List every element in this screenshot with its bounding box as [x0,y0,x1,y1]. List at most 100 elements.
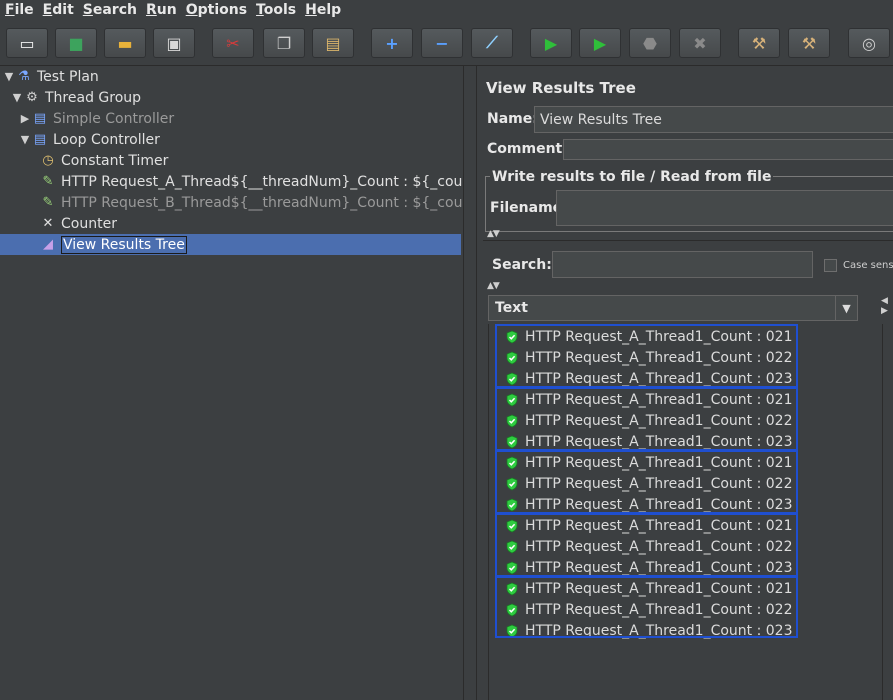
menu-help[interactable]: Help [300,2,345,18]
view-results-tree-panel: View Results Tree Name: Comments: Write … [477,66,893,700]
tree-item[interactable]: ◷ Constant Timer [27,150,168,171]
collapse-arrows-icon[interactable]: ▲▼ [487,281,500,291]
expand-button[interactable]: + [371,28,413,58]
chevron-down-icon[interactable]: ▼ [835,296,857,320]
templates-button[interactable]: ■ [55,28,97,58]
highlight-box [495,450,798,514]
copy-button[interactable]: ❐ [263,28,305,58]
menu-mnemonic: E [42,2,53,18]
start-button[interactable]: ▶ [530,28,572,58]
clear-button[interactable]: ⚒ [738,28,780,58]
paste-icon: ▤ [325,33,341,53]
save-icon: ▣ [166,33,182,53]
menu-mnemonic: H [305,2,317,18]
menu-search[interactable]: Search [78,2,141,18]
cut-button[interactable]: ✂ [212,28,254,58]
expanded-arrow-icon[interactable]: ▼ [19,133,31,146]
shutdown-icon: ✖ [693,33,707,53]
renderer-select-value: Text [495,300,528,316]
templates-icon: ■ [68,33,84,53]
collapsed-arrow-icon[interactable]: ▶ [19,112,31,125]
stop-icon: ⬣ [643,33,657,53]
copy-icon: ❐ [276,33,292,53]
tree-item-label: Constant Timer [61,152,169,169]
open-button[interactable]: ▬ [104,28,146,58]
menu-mnemonic: S [82,2,93,18]
open-icon: ▬ [117,33,133,53]
menu-edit[interactable]: Edit [38,2,78,18]
name-field[interactable] [534,106,893,133]
highlight-box [495,513,798,577]
tree-item[interactable]: ▼ ▤ Loop Controller [19,129,160,150]
comments-field[interactable] [563,139,893,160]
expanded-arrow-icon[interactable]: ▼ [3,70,15,83]
filename-field[interactable] [556,190,893,226]
menu-bar: File Edit Search Run Options Tools Help [0,0,893,20]
stop-button[interactable]: ⬣ [629,28,671,58]
save-button[interactable]: ▣ [153,28,195,58]
tree-item-label: Test Plan [37,68,99,85]
tree-item[interactable]: ▶ ▤ Simple Controller [19,108,174,129]
clear-all-button[interactable]: ⚒ [788,28,830,58]
clear-icon: ⚒ [751,33,767,53]
expand-icon: + [385,33,399,53]
write-results-group-title: Write results to file / Read from file [490,169,774,185]
tree-item-label: Counter [61,215,117,232]
split-pane-divider[interactable] [463,66,477,700]
toggle-button[interactable]: ⟋ [471,28,513,58]
highlight-box [495,324,798,388]
renderer-select[interactable]: Text ▼ [488,295,858,321]
start-no-pauses-button[interactable]: ▶ [579,28,621,58]
tree-item[interactable]: ▼ ⚙ Thread Group [11,87,141,108]
start-icon: ▶ [544,33,558,53]
collapse-button[interactable]: − [421,28,463,58]
tree-item[interactable]: ✕ Counter [27,213,117,234]
page-title: View Results Tree [486,79,636,97]
menu-run[interactable]: Run [141,2,181,18]
test-plan-tree: ▼ ⚗ Test Plan ▼ ⚙ Thread Group ▶ ▤ Simple Contro… [0,66,486,700]
tree-item-label: View Results Tree [61,235,187,254]
pipette-icon: ✎ [42,174,54,189]
highlight-box [495,387,798,451]
tree-item[interactable]: ✎ HTTP Request_A_Thread${__threadNum}_Cou… [27,171,486,192]
tree-item-label: Thread Group [45,89,142,106]
search-icon: ◎ [862,33,876,53]
tree-item-label: HTTP Request_B_Thread${__threadNum}_Coun… [61,194,486,211]
split-arrows-icon[interactable]: ◀ ▶ [881,296,888,316]
tools-icon: ✕ [42,216,54,231]
chart-icon: ◢ [43,237,53,252]
case-sensitive-label: Case sensit [843,260,893,271]
shutdown-button[interactable]: ✖ [679,28,721,58]
controller-icon: ▤ [33,111,47,126]
tree-item[interactable]: ◢ View Results Tree [0,234,461,255]
gear-icon: ⚙ [26,90,38,105]
tree-item-label: Loop Controller [53,131,160,148]
collapse-arrows-icon[interactable]: ▲▼ [487,229,500,239]
search-button[interactable]: ◎ [848,28,890,58]
menu-mnemonic: R [145,2,157,18]
results-tree: HTTP Request_A_Thread1_Count : 021 HTTP R… [488,324,883,700]
divider [483,240,893,241]
name-label: Name: [487,111,538,127]
cut-icon: ✂ [226,33,240,53]
new-icon: ▭ [19,33,35,53]
search-label: Search: [492,257,552,273]
tree-item[interactable]: ▼ ⚗ Test Plan [3,66,99,87]
expanded-arrow-icon[interactable]: ▼ [11,91,23,104]
toolbar: ▭ ■ ▬ ▣ ✂ ❐ ▤ + − ⟋ ▶ ▶ ⬣ ✖ ⚒ ⚒ ◎ [0,20,893,66]
pipette-icon: ✎ [42,195,54,210]
menu-tools[interactable]: Tools [251,2,300,18]
toggle-icon: ⟋ [486,33,498,52]
highlight-box [495,576,798,638]
menu-file[interactable]: File [0,2,38,18]
menu-options[interactable]: Options [181,2,251,18]
search-input[interactable] [552,251,813,278]
paste-button[interactable]: ▤ [312,28,354,58]
new-button[interactable]: ▭ [6,28,48,58]
controller-icon: ▤ [33,132,47,147]
case-sensitive-checkbox[interactable] [824,259,837,272]
flask-icon: ⚗ [18,69,30,84]
menu-mnemonic: T [256,2,264,18]
menu-mnemonic: O [185,2,198,18]
tree-item[interactable]: ✎ HTTP Request_B_Thread${__threadNum}_Cou… [27,192,486,213]
